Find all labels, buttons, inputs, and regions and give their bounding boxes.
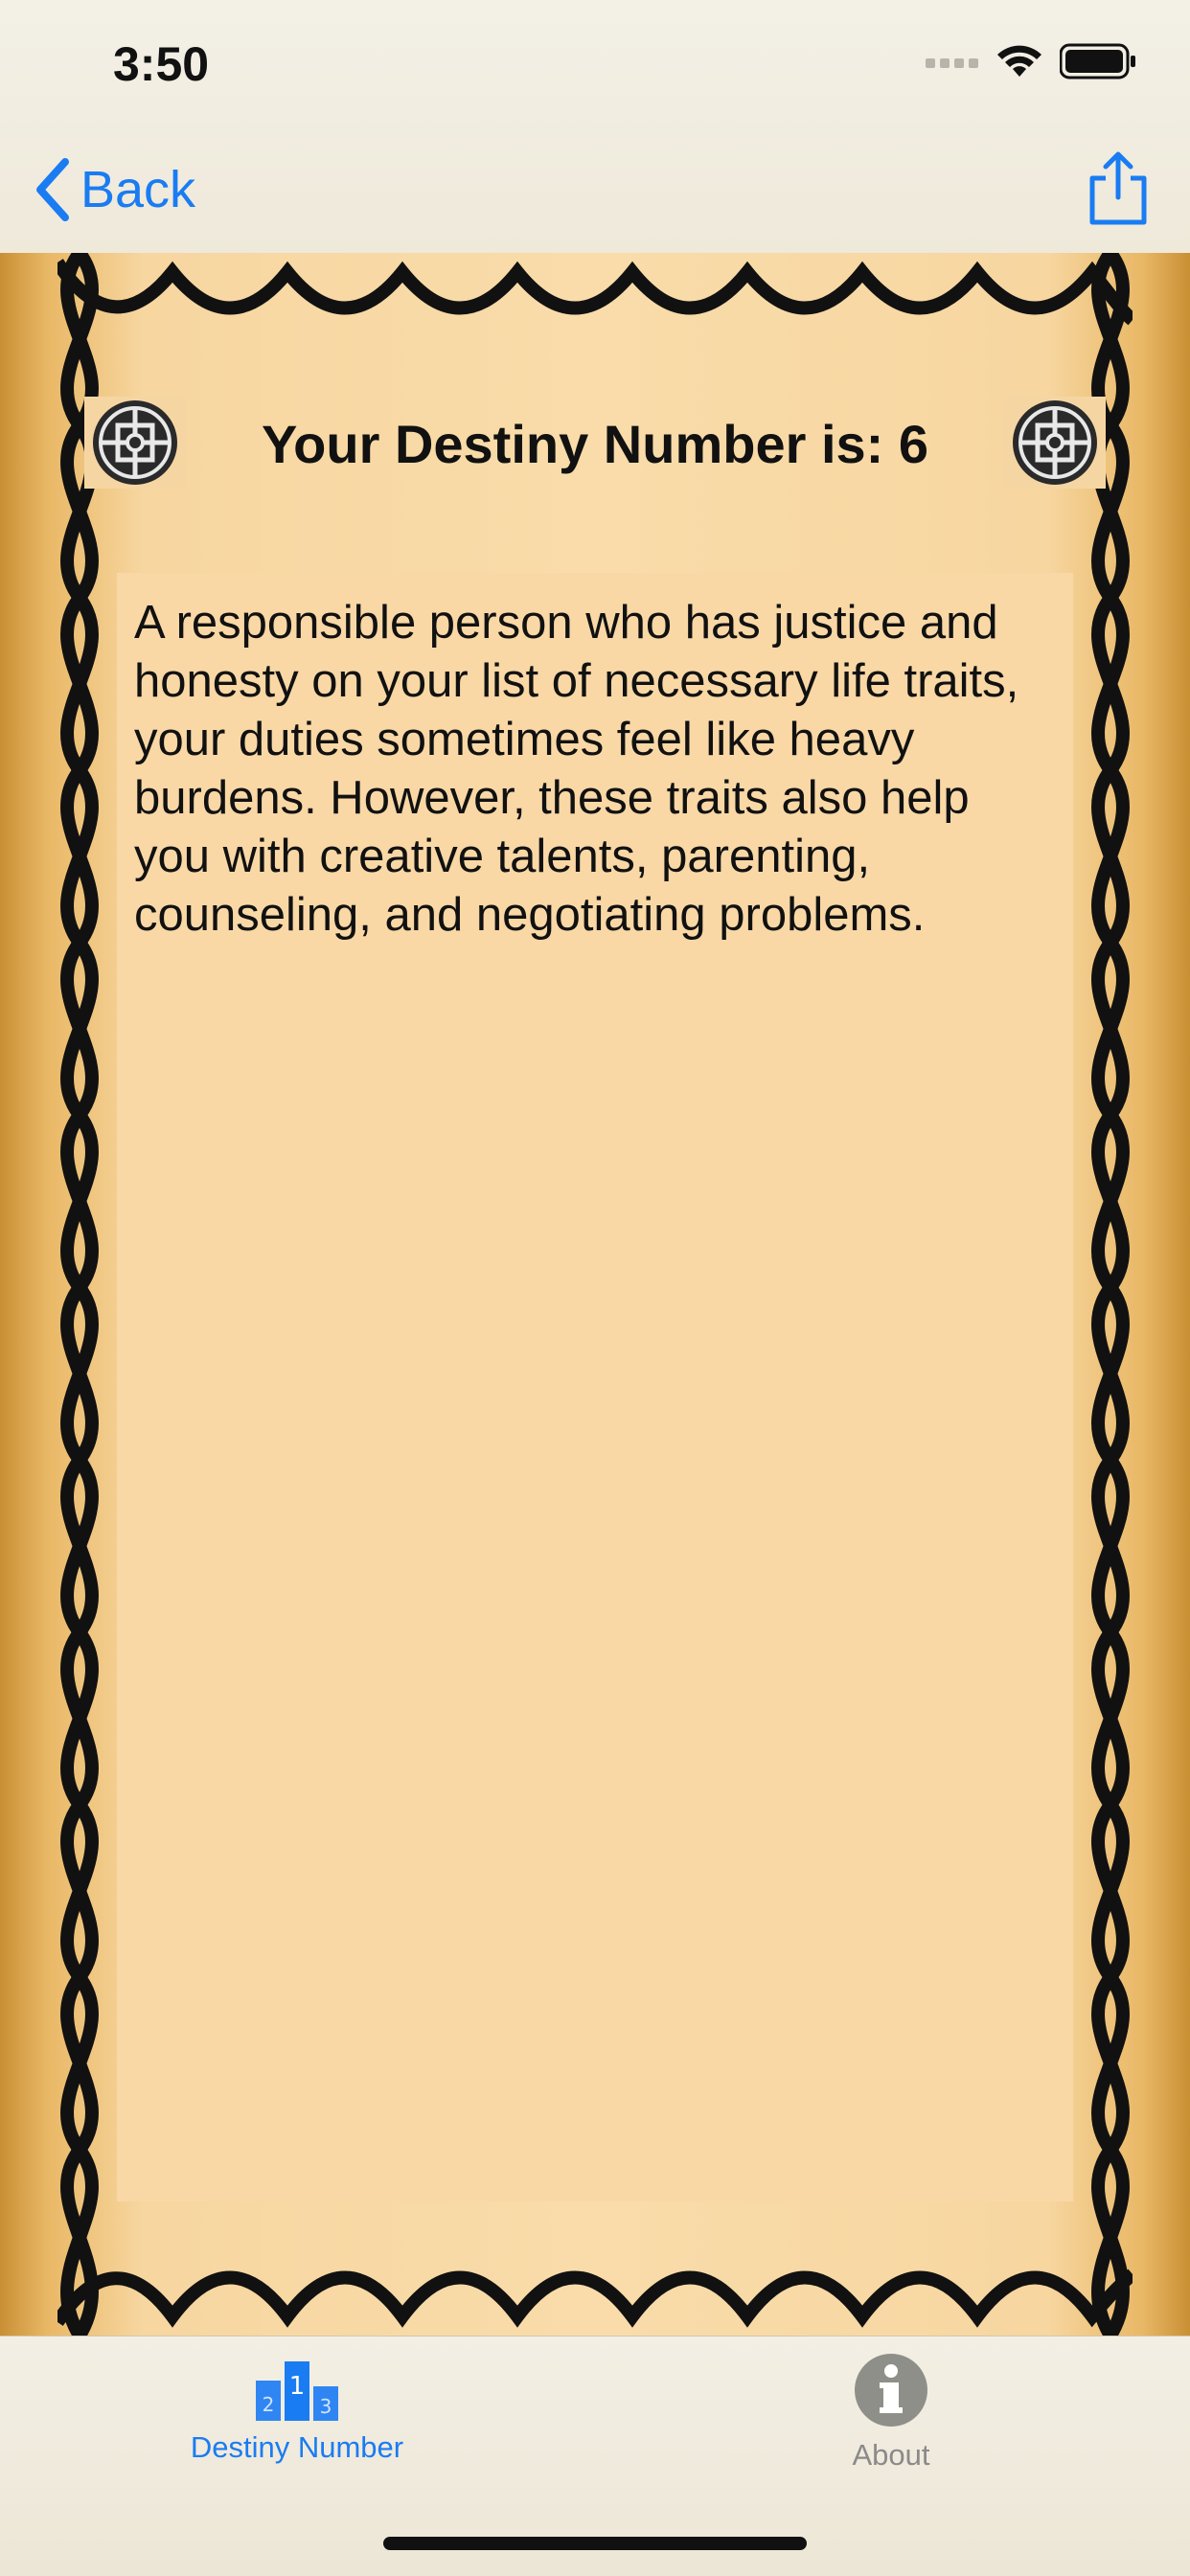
- share-button[interactable]: [1085, 149, 1152, 226]
- wifi-icon: [997, 45, 1041, 77]
- celtic-knot-icon: [1004, 397, 1106, 489]
- svg-text:2: 2: [263, 2393, 275, 2416]
- tab-destiny-number[interactable]: 2 1 3 Destiny Number: [153, 2352, 441, 2486]
- home-indicator[interactable]: [383, 2537, 807, 2550]
- back-label: Back: [80, 161, 196, 218]
- status-icons: [926, 42, 1136, 80]
- svg-text:1: 1: [289, 2372, 306, 2401]
- content-area: Your Destiny Number is: 6 A responsible …: [0, 253, 1190, 2336]
- cellular-signal-icon: [926, 58, 978, 68]
- description-text: A responsible person who has justice and…: [134, 597, 1019, 941]
- info-icon: [855, 2354, 927, 2427]
- celtic-knot-icon: [84, 397, 186, 489]
- celtic-braid-left: [60, 253, 99, 2336]
- celtic-braid-right: [1091, 253, 1130, 2336]
- page-title: Your Destiny Number is: 6: [261, 414, 928, 474]
- navigation-bar: 3:50 Back: [0, 0, 1190, 254]
- podium-icon: 2 1 3: [256, 2361, 338, 2421]
- back-button[interactable]: Back: [34, 153, 195, 226]
- description-panel: A responsible person who has justice and…: [117, 573, 1073, 2201]
- tab-label: Destiny Number: [190, 2430, 404, 2464]
- share-icon: [1089, 151, 1147, 225]
- tab-label: About: [852, 2438, 930, 2472]
- battery-icon: [1060, 43, 1135, 80]
- tab-about[interactable]: About: [747, 2352, 1035, 2486]
- celtic-braid-top: [57, 259, 1133, 326]
- status-time: 3:50: [113, 37, 210, 91]
- celtic-braid-bottom: [57, 2268, 1133, 2328]
- chevron-left-icon: [36, 158, 69, 221]
- svg-text:3: 3: [320, 2395, 332, 2418]
